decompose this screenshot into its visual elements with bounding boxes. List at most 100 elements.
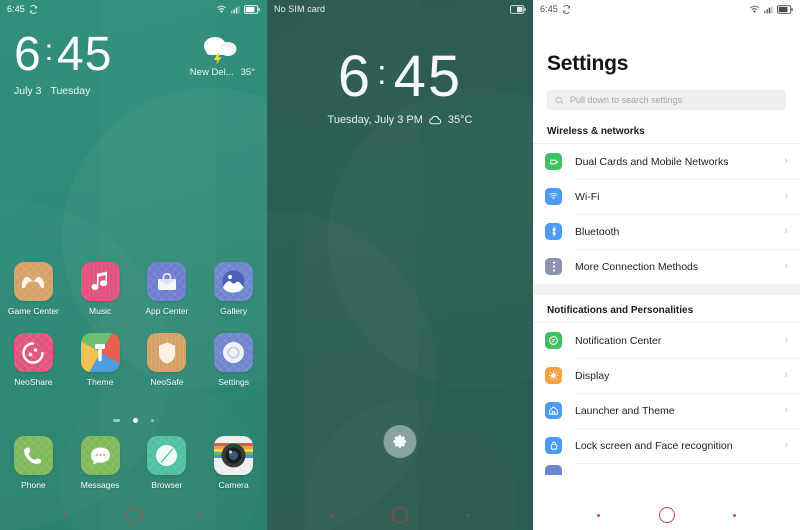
- brightness-icon: [545, 367, 562, 384]
- app-label: Phone: [21, 480, 46, 490]
- music-note-icon[interactable]: [80, 262, 120, 301]
- wifi-icon: [749, 5, 760, 13]
- app-center-bag-icon[interactable]: [147, 262, 187, 301]
- home-status-bar: 6:45: [0, 0, 267, 18]
- home-circle-icon[interactable]: [658, 507, 675, 523]
- search-icon: [555, 96, 564, 104]
- browser-compass-icon[interactable]: [147, 436, 187, 475]
- sync-icon: [563, 4, 570, 14]
- app-label: Settings: [218, 377, 249, 387]
- home-clock-time: 6 : 45: [14, 26, 112, 84]
- settings-row-label: Lock screen and Face recognition: [575, 439, 733, 452]
- settings-row-launcher-theme[interactable]: Launcher and Theme ›: [533, 393, 800, 428]
- nav-back-dot[interactable]: [331, 513, 334, 517]
- camera-lens-icon[interactable]: [214, 436, 254, 475]
- cloud-icon: [429, 115, 442, 124]
- chevron-right-icon: ›: [784, 225, 788, 237]
- settings-row-label: Launcher and Theme: [575, 404, 675, 417]
- app-neosafe[interactable]: NeoSafe: [134, 333, 201, 387]
- lock-status-bar: No SIM card: [267, 0, 533, 18]
- home-clock-date: July 3 Tuesday: [14, 85, 112, 97]
- home-clock-colon: :: [44, 34, 55, 67]
- sim-card-icon: [545, 153, 562, 170]
- settings-group-wireless: Dual Cards and Mobile Networks › Wi-Fi ›: [533, 143, 800, 284]
- message-bubble-icon[interactable]: [80, 436, 120, 475]
- home-clock-hours: 6: [14, 28, 42, 81]
- settings-row-dual-cards[interactable]: Dual Cards and Mobile Networks ›: [533, 144, 800, 179]
- app-theme[interactable]: Theme: [67, 333, 134, 387]
- nav-back-dot[interactable]: [64, 513, 67, 517]
- app-neoshare[interactable]: NeoShare: [0, 333, 67, 387]
- shield-icon[interactable]: [147, 333, 187, 372]
- neoshare-icon[interactable]: [13, 333, 53, 372]
- cloud-lightning-icon: [204, 37, 237, 64]
- settings-dial-icon[interactable]: [214, 333, 254, 372]
- settings-row-notification-center[interactable]: Notification Center ›: [533, 323, 800, 358]
- signal-icon: [231, 5, 240, 13]
- settings-row-wifi[interactable]: Wi-Fi ›: [533, 179, 800, 214]
- settings-group-notifications: Notification Center › Display › Launcher…: [533, 322, 800, 475]
- settings-row-label: Dual Cards and Mobile Networks: [575, 155, 729, 168]
- dock-phone[interactable]: Phone: [0, 436, 67, 490]
- page-dot-3[interactable]: [151, 419, 154, 422]
- app-label: NeoSafe: [150, 377, 184, 387]
- lock-subtitle-row: Tuesday, July 3 PM 35°C: [328, 114, 473, 126]
- home-page-indicator[interactable]: [0, 418, 267, 423]
- home-nav-bar: [0, 500, 267, 530]
- settings-row-display[interactable]: Display ›: [533, 358, 800, 393]
- battery-icon: [510, 4, 526, 14]
- lock-screen-panel: No SIM card 6 : 45 Tuesday, July 3 PM 35…: [267, 0, 533, 530]
- page-dot-2-active[interactable]: [133, 418, 138, 423]
- home-circle-icon[interactable]: [125, 507, 142, 523]
- home-weather-text: New Del... 35°: [190, 67, 255, 78]
- nav-recents-dot[interactable]: [200, 513, 203, 517]
- lock-date-label: Tuesday, July 3 PM: [327, 114, 423, 126]
- phone-icon[interactable]: [13, 436, 53, 475]
- settings-header: Settings: [533, 18, 800, 76]
- home-clock-minutes: 45: [57, 28, 113, 81]
- settings-panel: 6:45 Settings Pull down to search settin…: [533, 0, 800, 530]
- search-input[interactable]: Pull down to search settings: [547, 90, 786, 110]
- home-circle-icon[interactable]: [392, 507, 408, 523]
- app-settings[interactable]: Settings: [200, 333, 267, 387]
- battery-icon: [777, 4, 793, 14]
- gallery-photo-icon[interactable]: [214, 262, 254, 301]
- app-label: NeoShare: [14, 377, 53, 387]
- app-label: Browser: [151, 480, 183, 490]
- three-panel-screenshot: 6:45 6: 45 July 3 Tuesday New Del... 35…: [0, 0, 800, 530]
- home-weather-widget[interactable]: New Del... 35°: [190, 32, 255, 78]
- theme-brush-icon[interactable]: [80, 333, 120, 372]
- home-clock-widget[interactable]: 6 : 45 July 3 Tuesday: [14, 26, 112, 98]
- bluetooth-icon: [545, 223, 562, 240]
- page-title: Settings: [547, 52, 629, 75]
- settings-row-bluetooth[interactable]: Bluetooth ›: [533, 214, 800, 249]
- app-music[interactable]: Music: [67, 262, 134, 316]
- lock-clock-colon: :: [377, 54, 389, 92]
- dock-camera[interactable]: Camera: [200, 436, 267, 490]
- app-gallery[interactable]: Gallery: [200, 262, 267, 316]
- home-dock: Phone Messages Browser Camera: [0, 436, 267, 490]
- app-label: Music: [89, 306, 112, 316]
- dock-messages[interactable]: Messages: [67, 436, 134, 490]
- page-dot-1[interactable]: [113, 419, 120, 422]
- lock-icon: [545, 437, 562, 454]
- app-label: Theme: [86, 377, 114, 387]
- game-center-icon[interactable]: [13, 262, 53, 301]
- settings-row-label: More Connection Methods: [575, 260, 699, 273]
- nav-recents-dot[interactable]: [466, 513, 469, 517]
- nav-recents-dot[interactable]: [733, 513, 736, 517]
- nav-back-dot[interactable]: [597, 513, 600, 517]
- dock-browser[interactable]: Browser: [134, 436, 201, 490]
- chevron-right-icon: ›: [784, 439, 788, 451]
- lock-clock-time: 6 : 45: [338, 42, 462, 112]
- settings-row-lock-screen[interactable]: Lock screen and Face recognition ›: [533, 428, 800, 463]
- settings-row-more-connection[interactable]: More Connection Methods ›: [533, 249, 800, 284]
- camera-shortcut[interactable]: [383, 425, 417, 458]
- settings-row-label: Display: [575, 369, 610, 382]
- home-house-icon: [545, 402, 562, 419]
- app-app-center[interactable]: App Center: [134, 262, 201, 316]
- settings-row-partial[interactable]: [533, 463, 800, 475]
- app-game-center[interactable]: Game Center: [0, 262, 67, 316]
- settings-list[interactable]: Wireless & networks Dual Cards and Mobil…: [533, 110, 800, 530]
- lock-weather-temp: 35°C: [447, 114, 473, 126]
